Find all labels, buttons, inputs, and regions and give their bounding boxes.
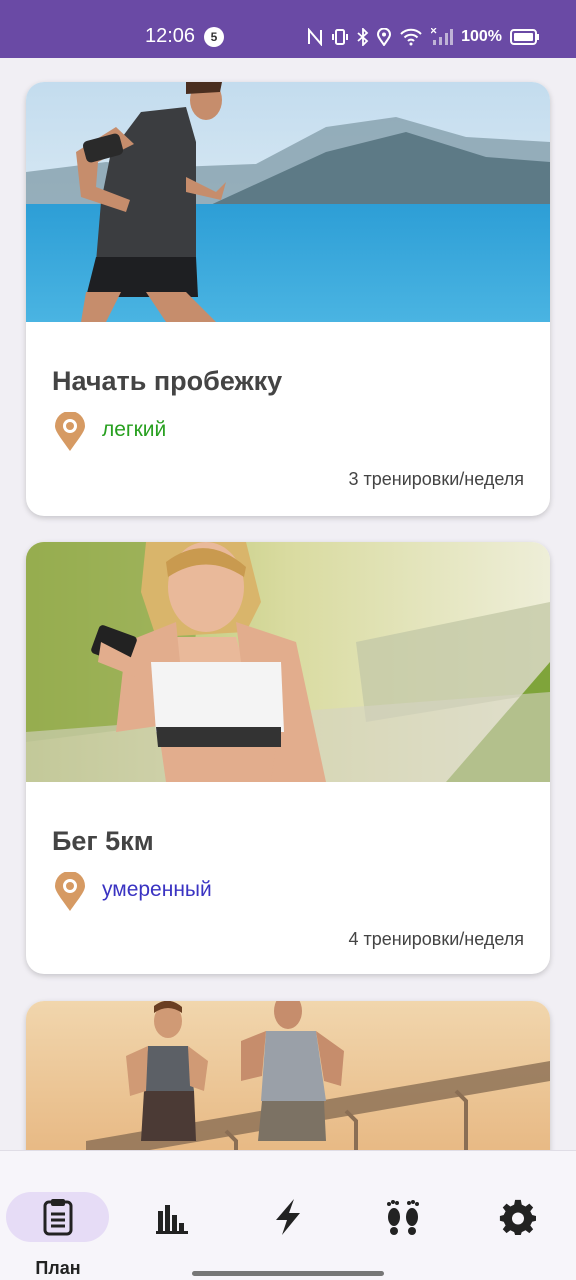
plan-level: легкий [102,418,167,441]
nav-item-stats[interactable] [118,1171,228,1267]
nav-label-plan: План [35,1258,81,1278]
plan-list[interactable]: Начать пробежку легкий 3 тренировки/неде… [0,58,576,1150]
nav-item-activity[interactable] [233,1171,343,1267]
plan-card-image [26,1001,550,1150]
nav-item-settings[interactable] [463,1171,573,1267]
notification-badge: 5 [204,27,224,47]
plan-card-5km[interactable]: Бег 5км умеренный 4 тренировки/неделя [26,542,550,974]
plan-title: Бег 5км [52,826,154,856]
plan-frequency: 4 тренировки/неделя [348,929,524,949]
status-icons: 100% [307,24,540,50]
plan-level: умеренный [102,878,212,901]
clipboard-icon [43,1199,73,1236]
vibrate-icon [332,29,349,45]
wifi-icon [400,28,422,46]
bluetooth-icon [357,28,369,46]
battery-icon [510,29,539,45]
plan-card-start-running[interactable]: Начать пробежку легкий 3 тренировки/неде… [26,82,550,516]
nfc-icon [308,28,323,46]
map-pin-icon [55,412,85,451]
plan-title: Начать пробежку [52,366,283,396]
plan-card-running-together[interactable] [26,1001,550,1150]
plan-card-image [26,82,550,322]
footprints-icon [387,1200,419,1235]
status-time: 12:06 [145,25,196,47]
nav-item-steps[interactable] [348,1171,458,1267]
home-indicator[interactable] [192,1271,384,1276]
nav-item-plan[interactable]: План [0,1171,110,1278]
plan-card-image [26,542,550,782]
bar-chart-icon [156,1205,188,1234]
bottom-navigation: План [0,1150,576,1280]
location-icon [377,28,392,46]
status-bar: 12:06 5 100% [0,0,576,58]
plan-frequency: 3 тренировки/неделя [348,469,524,489]
battery-percent: 100% [461,28,502,45]
lightning-icon [276,1199,300,1235]
map-pin-icon [55,872,85,911]
gear-icon [499,1199,536,1235]
signal-icon [431,28,454,45]
